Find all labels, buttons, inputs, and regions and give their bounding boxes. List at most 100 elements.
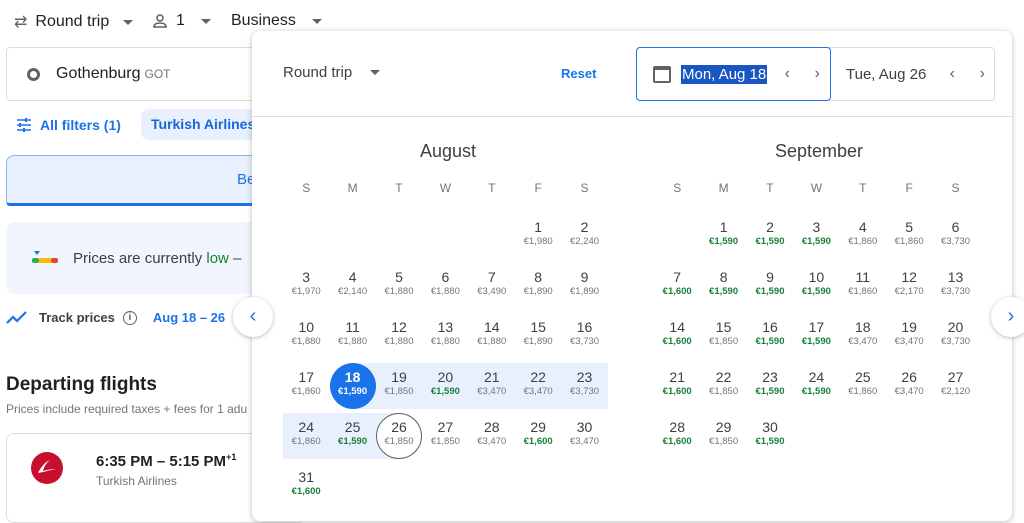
- next-month-button[interactable]: ›: [991, 297, 1024, 337]
- day-cell-september-14[interactable]: 14 €1,600: [654, 313, 700, 359]
- day-cell-august-25[interactable]: 25 €1,590: [329, 413, 376, 459]
- day-cell-august-17[interactable]: 17 €1,860: [283, 363, 329, 409]
- day-cell-august-23[interactable]: 23 €3,730: [561, 363, 608, 409]
- day-cell-august-7[interactable]: 7 €3,490: [469, 263, 515, 309]
- day-price: €1,880: [338, 336, 368, 347]
- day-cell-september-11[interactable]: 11 €1,860: [840, 263, 886, 309]
- return-date-field[interactable]: Tue, Aug 26 ‹ ›: [846, 48, 992, 100]
- day-cell-august-15[interactable]: 15 €1,890: [515, 313, 561, 359]
- day-price: €3,470: [570, 436, 600, 447]
- day-number: 5: [395, 269, 403, 285]
- day-number: 13: [437, 319, 454, 335]
- prev-month-button[interactable]: ‹: [233, 297, 273, 337]
- day-cell-august-27[interactable]: 27 €1,850: [422, 413, 468, 459]
- departure-date-field[interactable]: Mon, Aug 18 ‹ ›: [636, 47, 831, 101]
- day-cell-august-26[interactable]: 26 €1,850: [375, 413, 423, 459]
- flight-times: 6:35 PM – 5:15 PM+1: [96, 452, 236, 470]
- day-cell-august-16[interactable]: 16 €3,730: [561, 313, 607, 359]
- day-cell-september-6[interactable]: 6 €3,730: [932, 213, 978, 259]
- departure-next-day-button[interactable]: ›: [807, 65, 827, 83]
- day-cell-september-3[interactable]: 3 €1,590: [793, 213, 839, 259]
- day-cell-august-14[interactable]: 14 €1,880: [469, 313, 515, 359]
- track-prices-row: Track prices i Aug 18 – 26: [6, 310, 225, 325]
- day-cell-september-2[interactable]: 2 €1,590: [747, 213, 793, 259]
- day-cell-august-6[interactable]: 6 €1,880: [422, 263, 468, 309]
- day-number: 18: [854, 319, 871, 335]
- day-cell-august-31[interactable]: 31 €1,600: [283, 463, 329, 509]
- day-cell-august-29[interactable]: 29 €1,600: [515, 413, 561, 459]
- day-cell-august-19[interactable]: 19 €1,850: [375, 363, 423, 409]
- day-cell-august-21[interactable]: 21 €3,470: [468, 363, 515, 409]
- day-cell-september-16[interactable]: 16 €1,590: [747, 313, 793, 359]
- day-cell-august-11[interactable]: 11 €1,880: [329, 313, 375, 359]
- weekday-label: W: [439, 181, 452, 195]
- day-cell-september-15[interactable]: 15 €1,850: [700, 313, 746, 359]
- departure-prev-day-button[interactable]: ‹: [777, 65, 797, 83]
- day-price: €2,120: [941, 386, 971, 397]
- day-cell-september-28[interactable]: 28 €1,600: [654, 413, 700, 459]
- day-cell-september-13[interactable]: 13 €3,730: [932, 263, 978, 309]
- trip-type-select[interactable]: ⇄ Round trip: [14, 12, 134, 32]
- day-cell-august-10[interactable]: 10 €1,880: [283, 313, 329, 359]
- day-cell-september-10[interactable]: 10 €1,590: [793, 263, 839, 309]
- day-cell-september-1[interactable]: 1 €1,590: [700, 213, 746, 259]
- day-cell-august-13[interactable]: 13 €1,880: [422, 313, 468, 359]
- day-cell-august-3[interactable]: 3 €1,970: [283, 263, 329, 309]
- day-cell-september-4[interactable]: 4 €1,860: [840, 213, 886, 259]
- day-number: 2: [580, 219, 589, 235]
- day-cell-august-9[interactable]: 9 €1,890: [561, 263, 607, 309]
- return-prev-day-button[interactable]: ‹: [942, 65, 962, 83]
- day-cell-september-18[interactable]: 18 €3,470: [840, 313, 886, 359]
- day-price: €3,730: [570, 336, 600, 347]
- all-filters-button[interactable]: All filters (1): [16, 110, 121, 140]
- cabin-class-select[interactable]: Business: [231, 12, 322, 30]
- day-cell-september-19[interactable]: 19 €3,470: [886, 313, 932, 359]
- day-price: €1,880: [430, 286, 460, 297]
- day-cell-september-27[interactable]: 27 €2,120: [932, 363, 978, 409]
- weekday-label: F: [905, 181, 913, 195]
- day-price: €1,590: [338, 386, 368, 397]
- empty-cell: [283, 213, 329, 263]
- day-price: €1,860: [894, 236, 924, 247]
- day-cell-august-8[interactable]: 8 €1,890: [515, 263, 561, 309]
- day-cell-august-5[interactable]: 5 €1,880: [376, 263, 422, 309]
- day-cell-september-9[interactable]: 9 €1,590: [747, 263, 793, 309]
- day-cell-september-20[interactable]: 20 €3,730: [932, 313, 978, 359]
- day-cell-august-2[interactable]: 2 €2,240: [561, 213, 607, 259]
- day-cell-september-22[interactable]: 22 €1,850: [700, 363, 746, 409]
- day-price: €1,850: [384, 386, 414, 397]
- day-cell-august-1[interactable]: 1 €1,980: [515, 213, 561, 259]
- day-cell-september-24[interactable]: 24 €1,590: [793, 363, 839, 409]
- day-cell-september-30[interactable]: 30 €1,590: [747, 413, 793, 459]
- day-cell-september-12[interactable]: 12 €2,170: [886, 263, 932, 309]
- day-cell-august-18[interactable]: 18 €1,590: [329, 363, 376, 409]
- day-cell-september-17[interactable]: 17 €1,590: [793, 313, 839, 359]
- day-cell-august-4[interactable]: 4 €2,140: [329, 263, 375, 309]
- info-icon[interactable]: i: [122, 310, 137, 325]
- date-picker-header: Round trip Reset Mon, Aug 18 ‹ › Tue, Au…: [252, 31, 1012, 117]
- day-price: €1,590: [755, 336, 785, 347]
- dialog-trip-type-select[interactable]: Round trip: [283, 64, 381, 81]
- day-cell-september-26[interactable]: 26 €3,470: [886, 363, 932, 409]
- reset-button[interactable]: Reset: [561, 66, 596, 81]
- origin-value: Gothenburg GOT: [56, 65, 171, 83]
- day-cell-september-23[interactable]: 23 €1,590: [747, 363, 793, 409]
- return-next-day-button[interactable]: ›: [972, 65, 992, 83]
- day-cell-august-24[interactable]: 24 €1,860: [283, 413, 330, 459]
- day-cell-august-22[interactable]: 22 €3,470: [514, 363, 562, 409]
- day-number: 19: [391, 369, 407, 385]
- day-number: 18: [344, 369, 361, 385]
- day-cell-september-7[interactable]: 7 €1,600: [654, 263, 700, 309]
- day-cell-september-29[interactable]: 29 €1,850: [700, 413, 746, 459]
- day-cell-september-21[interactable]: 21 €1,600: [654, 363, 700, 409]
- day-cell-august-28[interactable]: 28 €3,470: [469, 413, 515, 459]
- day-cell-august-30[interactable]: 30 €3,470: [561, 413, 607, 459]
- day-cell-august-12[interactable]: 12 €1,880: [376, 313, 422, 359]
- passengers-select[interactable]: 1: [152, 12, 211, 30]
- day-cell-august-20[interactable]: 20 €1,590: [422, 363, 469, 409]
- day-cell-september-8[interactable]: 8 €1,590: [700, 263, 746, 309]
- day-price: €3,470: [894, 336, 924, 347]
- day-price: €1,600: [662, 286, 692, 297]
- day-cell-september-5[interactable]: 5 €1,860: [886, 213, 932, 259]
- day-cell-september-25[interactable]: 25 €1,860: [840, 363, 886, 409]
